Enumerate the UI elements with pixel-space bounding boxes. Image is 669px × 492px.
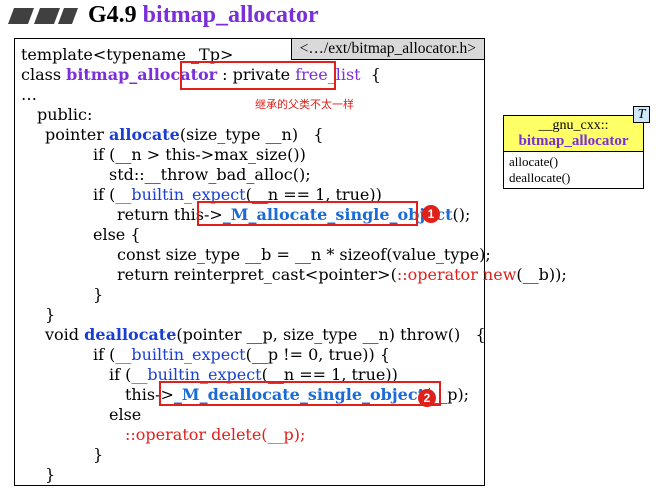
code-line: const size_type __b = __n * sizeof(value… [117, 245, 491, 264]
function-name: allocate [108, 125, 180, 144]
code-line: if (__n > this->max_size()) [93, 145, 306, 164]
code-line: … [21, 85, 37, 104]
allocate-highlight [197, 201, 418, 226]
file-path-tab: <…/ext/bitmap_allocator.h> [290, 38, 485, 60]
annotation-note: 继承的父类不太一样 [255, 98, 354, 111]
title-number: G4.9 [88, 2, 137, 28]
uml-method: allocate() [509, 154, 559, 169]
uml-methods: allocate() deallocate() [504, 152, 643, 188]
code-line: } [93, 445, 104, 464]
badge-1: 1 [422, 205, 440, 223]
code-line: } [45, 465, 56, 484]
base-class-highlight [180, 61, 336, 90]
deallocate-highlight [159, 381, 441, 406]
title-name: bitmap_allocator [142, 2, 319, 28]
code-line: } [93, 285, 104, 304]
code-panel: <…/ext/bitmap_allocator.h> template<type… [14, 38, 567, 486]
badge-2: 2 [418, 389, 436, 407]
uml-method: deallocate() [509, 170, 571, 185]
uml-namespace: __gnu_cxx:: [538, 118, 609, 133]
code-line: else { [93, 225, 141, 244]
uml-header: __gnu_cxx:: bitmap_allocator [504, 116, 643, 152]
code-line: } [45, 305, 56, 324]
code-line: else [109, 405, 142, 424]
code-line: pointer allocate(size_type __n) { [45, 125, 324, 144]
code-line: std::__throw_bad_alloc(); [109, 165, 311, 184]
code-line: public: [37, 105, 93, 124]
code-line: void deallocate(pointer __p, size_type _… [45, 325, 486, 344]
code-line: return reinterpret_cast<pointer>(::opera… [117, 265, 567, 284]
header-bars-icon [8, 8, 78, 24]
slide-title: G4.9 bitmap_allocator [88, 2, 319, 29]
uml-class-box: T __gnu_cxx:: bitmap_allocator allocate(… [503, 106, 650, 189]
function-name: deallocate [84, 325, 177, 344]
code-line: ::operator delete(__p); [125, 425, 306, 444]
template-param-tag: T [633, 106, 650, 123]
code-line: if (__builtin_expect(__p != 0, true)) { [93, 345, 391, 364]
uml-class-name: bitmap_allocator [518, 133, 629, 149]
